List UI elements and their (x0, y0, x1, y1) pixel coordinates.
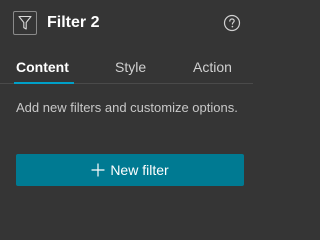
new-filter-label: New filter (110, 162, 169, 178)
tab-action[interactable]: Action (193, 52, 232, 83)
tab-content[interactable]: Content (14, 52, 74, 84)
empty-state-description: Add new filters and customize options. (16, 100, 238, 115)
question-circle-icon[interactable] (223, 14, 241, 32)
plus-icon (91, 163, 105, 177)
filter-settings-panel: Filter 2 Content Style Action Add new fi… (0, 0, 253, 208)
new-filter-button[interactable]: New filter (16, 154, 244, 186)
panel-header: Filter 2 (0, 0, 253, 48)
widget-title: Filter 2 (47, 14, 100, 31)
settings-tabs: Content Style Action (0, 52, 253, 84)
tab-style[interactable]: Style (115, 52, 146, 83)
filter-funnel-icon (13, 11, 37, 35)
